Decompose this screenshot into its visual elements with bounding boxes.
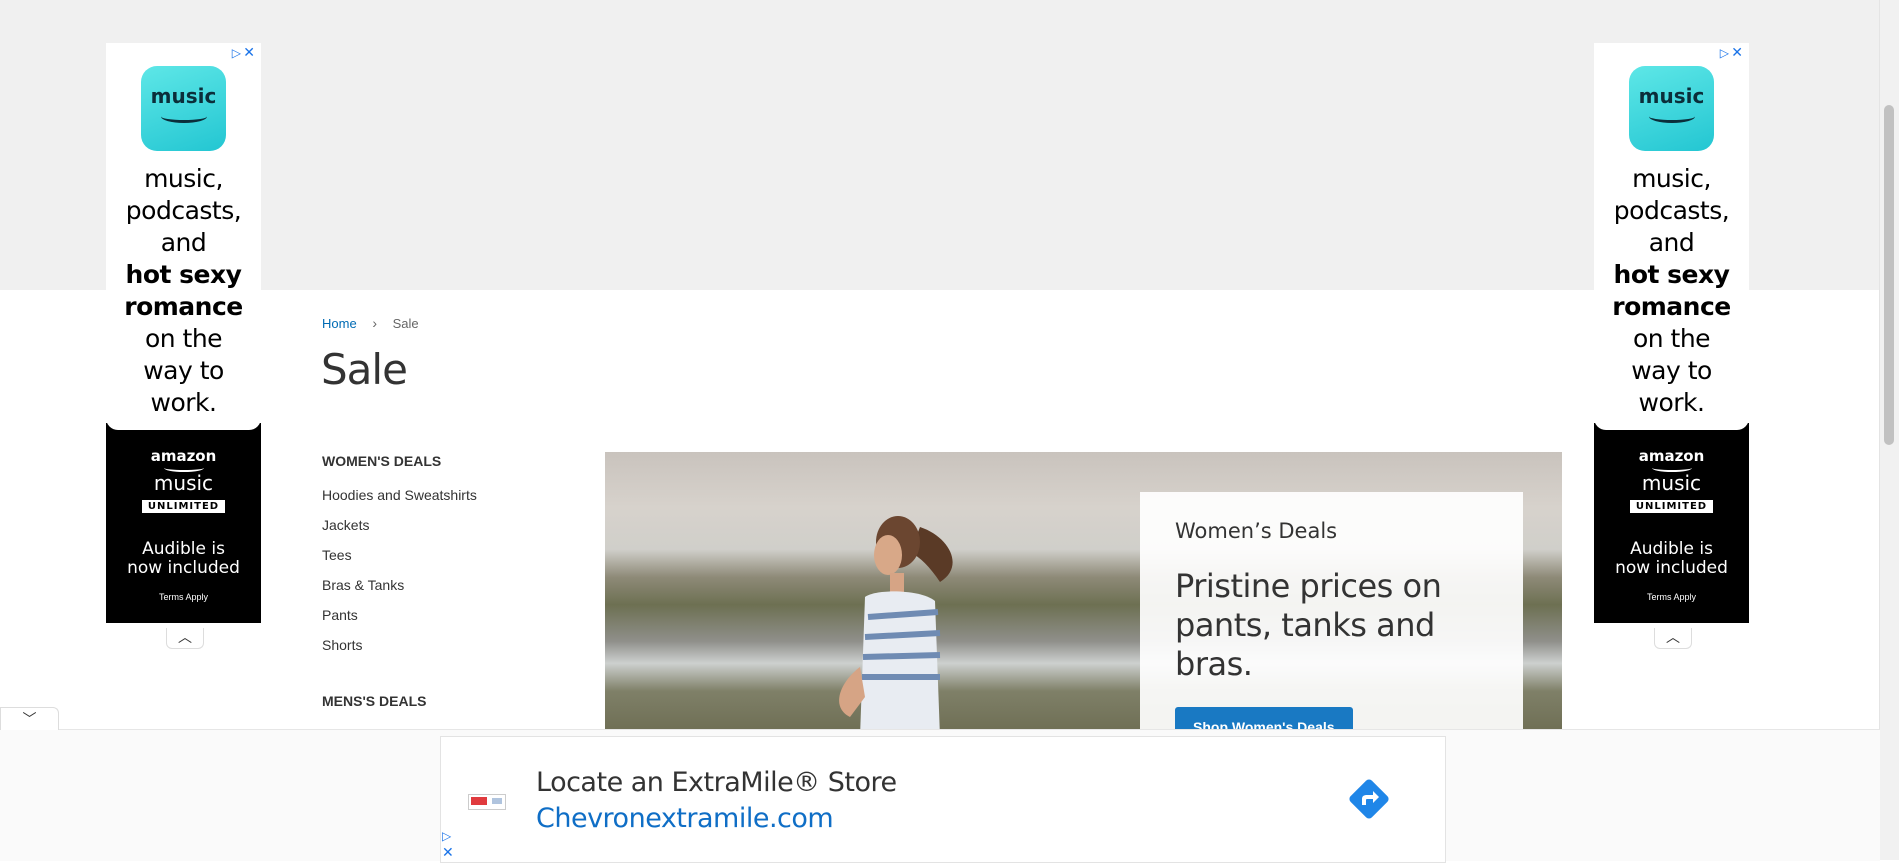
scrollbar-thumb[interactable] (1884, 105, 1894, 445)
music-app-icon-label: music (1638, 84, 1705, 108)
hero-headline: Pristine prices on pants, tanks and bras… (1175, 567, 1442, 683)
audible-line: Audible is (142, 539, 225, 559)
ad-headline-line: on the (1632, 324, 1711, 353)
adchoices-icon[interactable]: ▷ (1720, 46, 1729, 60)
brand-line: music (1641, 471, 1702, 495)
ad-headline-bold: hot sexy (125, 260, 242, 289)
mens-deals-heading: MENS'S DEALS (322, 693, 427, 709)
ad-headline-bold: romance (1612, 292, 1731, 321)
chevron-right-icon: › (372, 315, 377, 331)
adchoices-icon[interactable]: ▷ (442, 829, 451, 843)
ad-creative-top[interactable]: ▷ ✕ music music, podcasts, and hot sexy … (106, 43, 261, 430)
ad-headline-line: on the (144, 324, 223, 353)
left-side-ad[interactable]: ▷ ✕ music music, podcasts, and hot sexy … (106, 43, 261, 649)
amazon-music-logo: amazon music UNLIMITED (106, 448, 261, 513)
sidebar-item-jackets[interactable]: Jackets (322, 510, 572, 540)
directions-arrow-icon[interactable] (1345, 775, 1393, 823)
shop-womens-deals-button[interactable]: Shop Women's Deals (1175, 707, 1353, 730)
ad-headline-line: music, (144, 164, 223, 193)
adchoices-icon[interactable]: ▷ (232, 46, 241, 60)
audible-line: now included (127, 558, 240, 578)
audible-line: now included (1615, 558, 1728, 578)
ad-headline-line: music, (1632, 164, 1711, 193)
ad-headline-line: and (160, 228, 207, 257)
ad-headline: music, podcasts, and hot sexy romance on… (106, 163, 261, 419)
category-sidebar: WOMEN'S DEALS Hoodies and Sweatshirts Ja… (322, 450, 572, 750)
audible-text: Audible is now included (1594, 540, 1749, 578)
smile-arrow-icon (160, 110, 207, 123)
chevron-up-icon: ︿ (1666, 629, 1680, 645)
womens-deals-list: Hoodies and Sweatshirts Jackets Tees Bra… (322, 480, 572, 660)
collapse-ad-button[interactable]: ︿ (166, 628, 204, 649)
womens-deals-heading: WOMEN'S DEALS (322, 453, 442, 469)
ad-headline-line: way to (143, 356, 224, 385)
ad-creative-top[interactable]: ▷ ✕ music music, podcasts, and hot sexy … (1594, 43, 1749, 430)
unlimited-badge: UNLIMITED (1629, 500, 1714, 513)
bottom-ad-creative[interactable]: Locate an ExtraMile® Store Chevronextram… (440, 736, 1446, 863)
ad-headline-line: work. (1638, 388, 1705, 417)
chevron-up-icon: ︿ (178, 629, 192, 645)
hero-subtitle: Women’s Deals (1175, 519, 1338, 543)
sidebar-item-hoodies[interactable]: Hoodies and Sweatshirts (322, 480, 572, 510)
ad-headline-line: podcasts, (125, 196, 242, 225)
page-scrollbar[interactable] (1879, 0, 1899, 860)
chevron-down-icon: ﹀ (22, 711, 37, 727)
sidebar-item-tees[interactable]: Tees (322, 540, 572, 570)
page-title: Sale (321, 345, 408, 394)
audible-line: Audible is (1630, 539, 1713, 559)
ad-headline-line: way to (1631, 356, 1712, 385)
bottom-ad-title: Locate an ExtraMile® Store (536, 767, 897, 798)
terms-apply[interactable]: Terms Apply (1594, 592, 1749, 602)
ad-headline-bold: hot sexy (1613, 260, 1730, 289)
right-side-ad[interactable]: ▷ ✕ music music, podcasts, and hot sexy … (1594, 43, 1749, 649)
ad-headline-line: work. (150, 388, 217, 417)
bottom-ad-url[interactable]: Chevronextramile.com (536, 803, 834, 834)
sidebar-item-shorts[interactable]: Shorts (322, 630, 572, 660)
close-icon[interactable]: ✕ (442, 844, 454, 861)
collapse-ad-button[interactable]: ︿ (1654, 628, 1692, 649)
ad-headline-bold: romance (124, 292, 243, 321)
ad-headline-line: podcasts, (1613, 196, 1730, 225)
brand-line: music (153, 471, 214, 495)
hero-card: Women’s Deals Pristine prices on pants, … (1140, 492, 1523, 730)
music-app-icon-label: music (150, 84, 217, 108)
breadcrumb-current: Sale (392, 316, 419, 331)
brand-line: amazon (150, 447, 217, 465)
collapse-bottom-ad-button[interactable]: ﹀ (0, 707, 59, 730)
sidebar-item-bras-tanks[interactable]: Bras & Tanks (322, 570, 572, 600)
ad-headline-line: and (1648, 228, 1695, 257)
audible-text: Audible is now included (106, 540, 261, 578)
close-icon[interactable]: ✕ (1731, 44, 1743, 61)
runner-image (839, 516, 953, 730)
smile-arrow-icon (1648, 110, 1695, 123)
brand-line: amazon (1638, 447, 1705, 465)
bottom-anchor-ad-bar: Locate an ExtraMile® Store Chevronextram… (0, 729, 1880, 863)
breadcrumb-home-link[interactable]: Home (322, 316, 357, 331)
terms-apply[interactable]: Terms Apply (106, 592, 261, 602)
womens-deals-hero-banner[interactable]: Women’s Deals Pristine prices on pants, … (605, 452, 1562, 730)
music-app-icon: music (141, 66, 226, 151)
close-icon[interactable]: ✕ (243, 44, 255, 61)
breadcrumb: Home › Sale (322, 315, 419, 331)
amazon-music-logo: amazon music UNLIMITED (1594, 448, 1749, 513)
ad-headline: music, podcasts, and hot sexy romance on… (1594, 163, 1749, 419)
music-app-icon: music (1629, 66, 1714, 151)
chevron-store-logo (468, 794, 506, 810)
unlimited-badge: UNLIMITED (141, 500, 226, 513)
sidebar-item-pants[interactable]: Pants (322, 600, 572, 630)
